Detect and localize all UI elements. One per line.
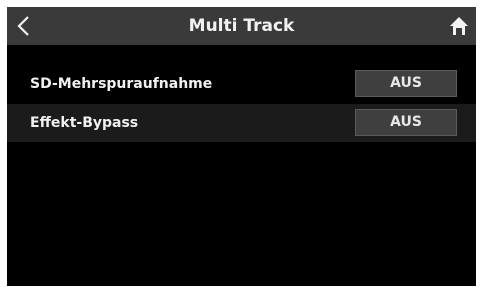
setting-row-effect-bypass: Effekt-Bypass AUS	[7, 104, 476, 142]
back-button[interactable]	[9, 11, 39, 41]
setting-row-sd-multitrack: SD-Mehrspuraufnahme AUS	[7, 65, 476, 103]
setting-label: SD-Mehrspuraufnahme	[30, 76, 213, 92]
setting-label: Effekt-Bypass	[30, 115, 139, 131]
device-screen: Multi Track SD-Mehrspuraufnahme AUS Effe…	[7, 7, 476, 286]
home-button[interactable]	[442, 11, 476, 41]
effect-bypass-value-button[interactable]: AUS	[355, 109, 457, 136]
header-bar: Multi Track	[7, 7, 476, 45]
sd-multitrack-value-button[interactable]: AUS	[355, 70, 457, 97]
back-chevron-icon	[17, 16, 29, 36]
page-title: Multi Track	[188, 16, 295, 36]
home-icon	[450, 17, 468, 35]
